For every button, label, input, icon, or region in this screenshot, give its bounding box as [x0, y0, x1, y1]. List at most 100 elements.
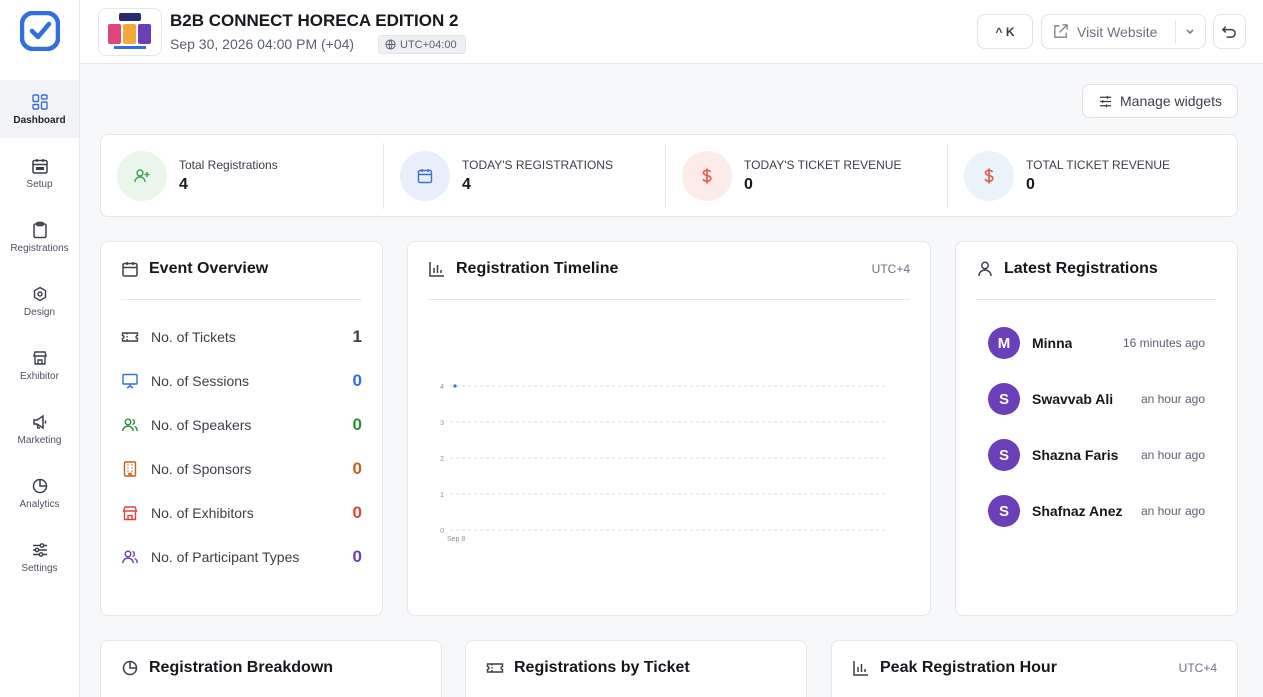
store-icon	[122, 506, 138, 521]
undo-button[interactable]	[1213, 14, 1246, 49]
stat-label: TOTAL TICKET REVENUE	[1026, 157, 1171, 172]
timezone-badge: UTC+04:00	[378, 35, 466, 54]
undo-icon	[1221, 26, 1236, 38]
registration-timeline-chart[interactable]: 0 1 2 3 4 Sep 8	[428, 312, 898, 552]
stat-label: TODAY'S TICKET REVENUE	[744, 157, 902, 172]
overview-row-sessions[interactable]: No. of Sessions 0	[121, 369, 362, 393]
sidebar-item-design[interactable]: Design	[0, 272, 79, 330]
command-palette-button[interactable]: ^ K	[977, 14, 1033, 49]
sidebar-item-settings[interactable]: Settings	[0, 528, 79, 586]
card-header: Peak Registration Hour UTC+4	[852, 657, 1217, 697]
stat-value: 4	[179, 175, 188, 193]
overview-row-exhibitors[interactable]: No. of Exhibitors 0	[121, 501, 362, 525]
app-logo[interactable]	[20, 11, 60, 51]
registration-time: 16 minutes ago	[1122, 336, 1205, 350]
sidebar-item-label: Exhibitor	[20, 370, 59, 382]
megaphone-icon	[32, 414, 46, 429]
registrant-name: Minna	[1032, 335, 1073, 351]
overview-label: No. of Participant Types	[151, 549, 300, 565]
registrant-name: Swavvab Ali	[1032, 391, 1114, 407]
card-title: Peak Registration Hour	[880, 659, 1057, 676]
event-thumbnail[interactable]	[98, 8, 162, 56]
overview-label: No. of Speakers	[151, 417, 252, 433]
overview-label: No. of Sponsors	[151, 461, 252, 477]
sidebar-item-label: Analytics	[19, 498, 60, 510]
y-tick-label: 1	[440, 492, 444, 499]
user-icon	[978, 261, 992, 277]
registration-timeline-card: Registration Timeline UTC+4 0 1 2 3 4 Sep 8	[407, 241, 931, 616]
y-tick-label: 2	[440, 456, 444, 463]
sidebar-item-label: Design	[23, 306, 56, 318]
stat-label: Total Registrations	[179, 157, 278, 172]
event-logo-image	[108, 13, 151, 49]
dollar-icon	[984, 168, 994, 183]
registration-time: an hour ago	[1140, 504, 1205, 518]
card-title: Registrations by Ticket	[514, 659, 690, 676]
clipboard-icon	[32, 221, 47, 238]
stat-total-ticket-revenue: TOTAL TICKET REVENUE 0	[947, 142, 1229, 209]
calendar-icon	[122, 262, 138, 277]
registration-row[interactable]: S Shazna Faris an hour ago	[988, 438, 1205, 472]
stats-strip: Total Registrations 4 TODAY'S REGISTRATI…	[100, 134, 1238, 217]
sidebar-item-registrations[interactable]: Registrations	[0, 208, 79, 266]
top-bar: B2B CONNECT HORECA EDITION 2 Sep 30, 202…	[80, 0, 1263, 64]
overview-value: 0	[352, 547, 362, 566]
building-icon	[123, 461, 137, 477]
dollar-icon	[702, 168, 712, 183]
registration-row[interactable]: S Swavvab Ali an hour ago	[988, 382, 1205, 416]
sidebar-item-setup[interactable]: Setup	[0, 144, 79, 202]
overview-row-speakers[interactable]: No. of Speakers 0	[121, 413, 362, 437]
registration-time: an hour ago	[1140, 448, 1205, 462]
y-tick-label: 4	[440, 384, 444, 391]
event-title: B2B CONNECT HORECA EDITION 2	[170, 11, 459, 30]
registration-row[interactable]: S Shafnaz Anez an hour ago	[988, 494, 1205, 528]
event-overview-card: Event Overview No. of Tickets 1 No. of S…	[100, 241, 383, 616]
registration-row[interactable]: M Minna 16 minutes ago	[988, 326, 1205, 360]
sidebar-item-label: Setup	[26, 178, 53, 190]
overview-row-tickets[interactable]: No. of Tickets 1	[121, 325, 362, 349]
sidebar-item-marketing[interactable]: Marketing	[0, 400, 79, 458]
registration-time: an hour ago	[1140, 392, 1205, 406]
overview-row-sponsors[interactable]: No. of Sponsors 0	[121, 457, 362, 481]
bar-chart-icon	[429, 262, 444, 277]
chevron-down-icon[interactable]	[1183, 24, 1197, 38]
timezone-label: UTC+4	[871, 262, 910, 276]
sidebar-item-label: Marketing	[17, 434, 62, 446]
y-tick-label: 0	[440, 528, 444, 535]
overview-value: 0	[352, 459, 362, 478]
data-point[interactable]	[453, 384, 457, 388]
visit-website-button[interactable]: Visit Website	[1041, 14, 1206, 49]
sidebar-item-exhibitor[interactable]: Exhibitor	[0, 336, 79, 394]
stat-value: 4	[462, 175, 471, 193]
presentation-icon	[122, 373, 138, 389]
sidebar-item-analytics[interactable]: Analytics	[0, 464, 79, 522]
avatar: M	[988, 327, 1020, 359]
sliders-icon	[1099, 95, 1112, 107]
stat-todays-ticket-revenue: TODAY'S TICKET REVENUE 0	[665, 142, 947, 209]
sidebar-item-dashboard[interactable]: Dashboard	[0, 80, 79, 138]
registrations-by-ticket-card: Registrations by Ticket	[465, 640, 807, 697]
stat-value: 0	[1026, 175, 1035, 193]
pie-chart-icon	[32, 478, 47, 493]
user-group-icon	[122, 550, 138, 564]
overview-label: No. of Tickets	[151, 329, 236, 345]
stat-total-registrations: Total Registrations 4	[101, 143, 383, 209]
overview-value: 0	[352, 415, 362, 434]
sidebar-item-label: Settings	[21, 562, 58, 574]
overview-value: 0	[352, 503, 362, 522]
store-icon	[32, 350, 47, 365]
manage-widgets-button[interactable]: Manage widgets	[1082, 84, 1238, 118]
overview-label: No. of Sessions	[151, 373, 250, 389]
overview-row-participant-types[interactable]: No. of Participant Types 0	[121, 545, 362, 569]
user-plus-icon	[134, 168, 150, 182]
registration-breakdown-card: Registration Breakdown	[100, 640, 442, 697]
card-title: Latest Registrations	[1004, 260, 1158, 277]
y-tick-label: 3	[440, 420, 444, 427]
dashboard-icon	[31, 93, 48, 110]
x-tick-label: Sep 8	[447, 536, 465, 543]
external-link-icon	[1054, 24, 1068, 38]
pie-chart-icon	[122, 660, 138, 676]
manage-widgets-label: Manage widgets	[1120, 93, 1222, 109]
button-divider	[1175, 21, 1176, 43]
card-header: Event Overview	[121, 258, 362, 300]
